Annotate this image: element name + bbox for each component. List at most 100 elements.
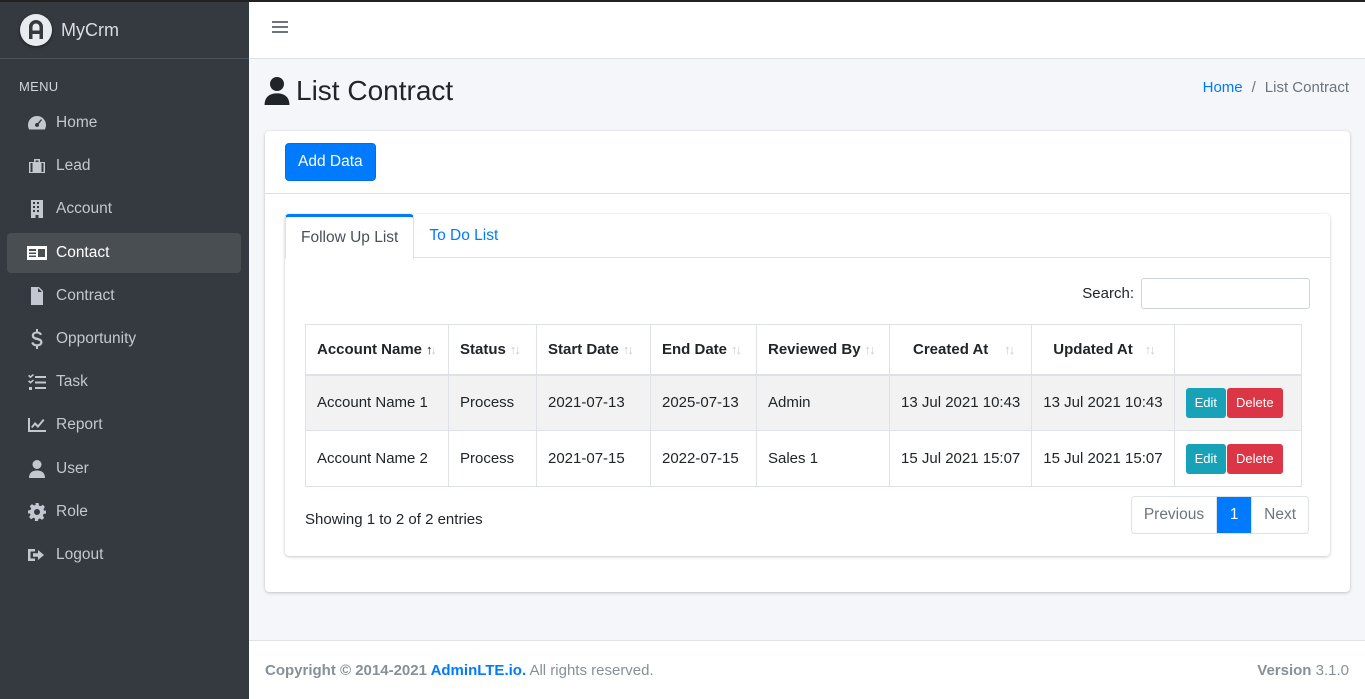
user-icon [26,459,48,479]
sidebar: MyCrm MENU Home Lead Account Contact Con… [0,0,249,699]
column-created-at[interactable]: Created At ↑↓ [888,324,1033,376]
cell-created-at: 15 Jul 2021 15:07 [888,430,1033,487]
sidebar-item-account[interactable]: Account [7,189,241,229]
gear-icon [26,502,48,522]
cell-start-date: 2021-07-13 [536,374,651,431]
sidebar-item-label: Home [56,114,98,131]
delete-button[interactable]: Delete [1226,443,1283,474]
column-updated-at[interactable]: Updated At ↑↓ [1031,324,1175,376]
user-icon [264,77,290,105]
adminlte-link[interactable]: AdminLTE.io. [431,662,527,679]
sidebar-item-lead[interactable]: Lead [7,146,241,186]
tab-follow-up-list[interactable]: Follow Up List [285,214,415,259]
edit-button[interactable]: Edit [1185,443,1226,474]
column-start-date[interactable]: Start Date ↑↓ [536,324,651,376]
breadcrumb-separator: / [1251,79,1256,96]
menu-header: MENU [19,79,59,94]
sidebar-item-logout[interactable]: Logout [7,535,241,575]
sort-icon: ↑↓ [1004,341,1015,357]
cell-updated-at: 15 Jul 2021 15:07 [1031,430,1175,487]
cell-status: Process [448,374,537,431]
sort-icon: ↑↓ [864,341,876,357]
tabs-card: Follow Up List To Do List Search: Accoun… [285,214,1330,556]
card-header: Add Data [265,131,1350,194]
top-navbar [249,0,1365,59]
delete-button[interactable]: Delete [1226,387,1283,418]
version-number: 3.1.0 [1311,661,1349,679]
table-row: Account Name 1 Process 2021-07-13 2025-0… [305,374,1302,431]
brand-link[interactable]: MyCrm [0,2,249,59]
sidebar-item-contact[interactable]: Contact [7,232,241,273]
sidebar-item-label: Opportunity [56,329,137,347]
sidebar-item-opportunity[interactable]: Opportunity [7,319,241,359]
sidebar-item-home[interactable]: Home [7,103,241,143]
cell-account-name: Account Name 1 [305,374,449,431]
tasks-icon [26,372,48,392]
sidebar-item-label: Task [56,373,88,391]
sidebar-item-report[interactable]: Report [7,405,241,445]
contract-table: Account Name ↑↓ Status ↑↓ Start Date ↑↓ End… [305,324,1302,487]
sort-icon: ↑↓ [1144,341,1156,357]
sidebar-item-label: Account [56,200,113,218]
brand-name: MyCrm [61,19,119,40]
edit-button[interactable]: Edit [1185,387,1226,418]
sidebar-item-user[interactable]: User [7,449,241,489]
sidebar-item-label: Report [56,416,103,434]
breadcrumb-home-link[interactable]: Home [1203,79,1243,96]
hamburger-menu-icon[interactable] [272,21,288,37]
content-header: List Contract Home / List Contract [249,59,1365,129]
table-row: Account Name 2 Process 2021-07-15 2022-0… [305,430,1302,487]
dollar-icon [26,328,48,349]
sidebar-item-contract[interactable]: Contract [7,276,241,316]
search-input[interactable] [1141,278,1310,309]
copyright-suffix: All rights reserved. [526,661,654,679]
cell-created-at: 13 Jul 2021 10:43 [888,374,1033,431]
pagination-next[interactable]: Next [1251,497,1308,533]
id-card-icon [26,243,48,263]
search-label: Search: [1082,285,1134,302]
copyright-prefix: Copyright © 2014-2021 [265,661,431,679]
sidebar-item-role[interactable]: Role [7,492,241,532]
table-header-row: Account Name ↑↓ Status ↑↓ Start Date ↑↓ End… [305,324,1302,376]
sort-icon: ↑↓ [622,341,634,357]
page-title-text: List Contract [296,75,454,106]
cell-actions: Edit Delete [1173,430,1302,487]
sidebar-item-label: Lead [56,157,91,175]
pagination: Previous 1 Next [1130,496,1309,534]
page-title: List Contract [264,75,453,107]
sidebar-item-label: User [56,459,89,477]
tab-bar: Follow Up List To Do List [285,214,1330,259]
cell-actions: Edit Delete [1173,374,1302,431]
cell-updated-at: 13 Jul 2021 10:43 [1031,374,1175,431]
column-status[interactable]: Status ↑↓ [448,324,537,376]
search-row: Search: [1082,278,1310,309]
chart-line-icon [26,415,48,435]
add-data-button[interactable]: Add Data [285,143,376,181]
sidebar-item-label: Role [56,502,88,520]
sidebar-nav: Home Lead Account Contact Contract Oppor… [0,103,249,575]
sort-icon: ↑↓ [731,341,742,357]
table-info: Showing 1 to 2 of 2 entries [305,511,483,528]
adminlte-logo-icon [20,14,52,46]
cell-start-date: 2021-07-15 [536,430,651,487]
breadcrumb-current: List Contract [1264,79,1349,96]
sidebar-item-label: Contact [56,243,110,261]
sort-icon: ↑↓ [509,341,521,357]
tab-to-do-list[interactable]: To Do List [414,214,513,258]
sort-asc-icon: ↑↓ [426,341,437,357]
cell-end-date: 2022-07-15 [650,430,757,487]
column-end-date[interactable]: End Date ↑↓ [650,324,757,376]
cell-reviewed-by: Admin [756,374,890,431]
pagination-page-1[interactable]: 1 [1217,497,1252,533]
column-actions [1173,324,1302,376]
column-account-name[interactable]: Account Name ↑↓ [305,324,449,376]
cell-end-date: 2025-07-13 [650,374,757,431]
file-contract-icon [26,286,48,306]
sidebar-item-label: Contract [56,286,115,304]
cell-account-name: Account Name 2 [305,430,449,487]
version-label: Version [1257,661,1312,679]
sidebar-item-task[interactable]: Task [7,362,241,402]
column-reviewed-by[interactable]: Reviewed By ↑↓ [756,324,890,376]
breadcrumb: Home / List Contract [1203,79,1349,96]
pagination-previous[interactable]: Previous [1132,497,1218,533]
